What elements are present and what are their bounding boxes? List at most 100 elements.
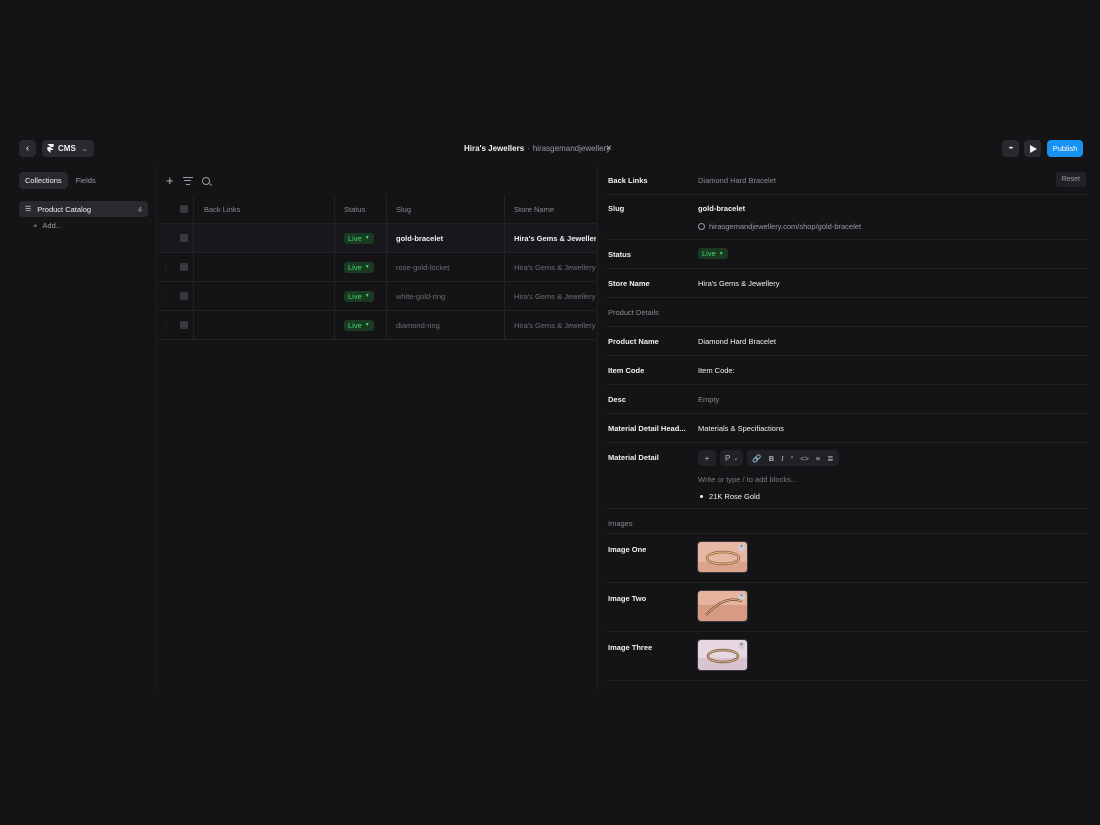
code-button[interactable]: <>: [800, 454, 809, 463]
field-slug: Slug gold-bracelet hirasgemandjewellery.…: [606, 195, 1088, 240]
cms-label: CMS: [58, 144, 76, 153]
item-code-input[interactable]: Item Code:: [698, 366, 735, 375]
site-name: Hira's Jewellers: [464, 144, 525, 153]
publish-button[interactable]: Publish: [1047, 140, 1083, 157]
chevron-down-icon: ▼: [718, 250, 724, 257]
format-buttons: 🔗 B I “ <> ≡ ≣: [747, 450, 839, 466]
tab-collections[interactable]: Collections: [19, 172, 68, 189]
store-name-cell: Hira's Gems & Jewellery: [514, 233, 596, 243]
row-checkbox[interactable]: [174, 282, 194, 310]
back-links-value[interactable]: Diamond Hard Bracelet: [698, 176, 776, 185]
top-bar: ‹ CMS ⌄ Hira's Jewellers · hirasgemandjewe…: [0, 136, 1100, 162]
status-cell[interactable]: Live ▼: [335, 282, 387, 310]
bold-button[interactable]: B: [769, 454, 774, 463]
item-editor-panel: Back Links Diamond Hard Bracelet Reset S…: [597, 166, 1100, 691]
chevron-down-icon: ▼: [364, 293, 370, 299]
status-select[interactable]: Live ▼: [698, 248, 728, 259]
cms-menu-button[interactable]: CMS ⌄: [42, 140, 94, 157]
remove-image-icon[interactable]: ×: [738, 544, 745, 551]
back-links-cell: [194, 253, 335, 281]
field-label: Item Code: [608, 366, 645, 375]
slug-cell: white-gold-ring: [387, 282, 505, 310]
slug-input[interactable]: gold-bracelet: [698, 204, 745, 213]
drag-handle-icon[interactable]: ⋮: [158, 282, 174, 310]
quote-button[interactable]: “: [791, 454, 794, 463]
chevron-down-icon: ⌄: [81, 145, 88, 153]
field-desc: Desc Empty: [606, 385, 1088, 414]
bullet-text: 21K Rose Gold: [709, 492, 760, 501]
back-button[interactable]: ‹: [19, 140, 36, 157]
status-badge: Live ▼: [344, 290, 374, 302]
plus-icon: +: [33, 221, 38, 230]
status-badge: Live ▼: [698, 248, 728, 259]
italic-button[interactable]: I: [781, 454, 784, 463]
select-all-checkbox[interactable]: [174, 195, 194, 223]
table-row[interactable]: ⋮ Live ▼ diamond-ring Hira's Gems & Jewel…: [158, 311, 596, 340]
section-heading: Product Details: [608, 308, 659, 317]
add-collection-button[interactable]: + Add...: [33, 221, 62, 230]
numbered-list-icon[interactable]: ≣: [827, 454, 833, 463]
drag-handle-icon[interactable]: ⋮: [158, 253, 174, 281]
reset-button[interactable]: Reset: [1055, 172, 1086, 187]
tab-fields[interactable]: Fields: [70, 172, 102, 189]
rich-text-placeholder[interactable]: Write or type / to add blocks...: [698, 475, 797, 484]
remove-image-icon[interactable]: ×: [738, 642, 745, 649]
status-badge: Live ▼: [344, 261, 374, 273]
image-thumbnail[interactable]: ×: [697, 590, 748, 622]
field-label: Material Detail: [608, 453, 659, 462]
column-header-status[interactable]: Status: [335, 195, 387, 223]
row-checkbox[interactable]: [174, 311, 194, 339]
product-name-input[interactable]: Diamond Hard Bracelet: [698, 337, 776, 346]
field-item-code: Item Code Item Code:: [606, 356, 1088, 385]
section-heading: Images: [608, 519, 633, 528]
cms-app: ‹ CMS ⌄ Hira's Jewellers · hirasgemandjewe…: [0, 136, 1100, 691]
search-icon[interactable]: [201, 176, 210, 185]
database-icon: ☰: [25, 206, 32, 213]
column-header-slug[interactable]: Slug: [387, 195, 505, 223]
close-icon[interactable]: ×: [606, 143, 612, 154]
field-status: Status Live ▼: [606, 240, 1088, 269]
table-row[interactable]: ⋮ Live ▼ gold-bracelet Hira's Gems & Jewe…: [158, 224, 596, 253]
table-row[interactable]: ⋮ Live ▼ white-gold-ring Hira's Gems & Je…: [158, 282, 596, 311]
table-row[interactable]: ⋮ Live ▼ rose-gold-locket Hira's Gems & J…: [158, 253, 596, 282]
image-thumbnail[interactable]: ×: [697, 541, 748, 573]
items-table-area: + Back Links Status Slug Store Name ⋮ Li…: [158, 166, 596, 691]
image-thumbnail[interactable]: ×: [697, 639, 748, 671]
bullet-list-icon[interactable]: ≡: [816, 454, 820, 463]
remove-image-icon[interactable]: ×: [738, 593, 745, 600]
chevron-down-icon: ▼: [364, 322, 370, 328]
drag-handle-icon[interactable]: ⋮: [158, 224, 174, 252]
add-collection-label: Add...: [42, 221, 62, 230]
rich-text-toolbar: + P ⌄ 🔗 B I “ <> ≡ ≣: [698, 450, 839, 466]
link-icon[interactable]: 🔗: [752, 454, 761, 463]
store-name-cell: Hira's Gems & Jewellery: [514, 291, 596, 301]
status-cell[interactable]: Live ▼: [335, 253, 387, 281]
collection-name: Product Catalog: [37, 204, 92, 214]
drag-handle-icon[interactable]: ⋮: [158, 311, 174, 339]
desc-input[interactable]: Empty: [698, 395, 719, 404]
status-cell[interactable]: Live ▼: [335, 311, 387, 339]
bullet-item[interactable]: 21K Rose Gold: [698, 492, 760, 501]
add-item-icon[interactable]: +: [166, 174, 174, 187]
field-label: Desc: [608, 395, 626, 404]
preview-button[interactable]: [1024, 140, 1041, 157]
collection-item-product-catalog[interactable]: ☰ Product Catalog 4: [19, 201, 148, 217]
chevron-down-icon: ⌄: [733, 455, 739, 462]
slug-cell: gold-bracelet: [387, 224, 505, 252]
row-checkbox[interactable]: [174, 253, 194, 281]
paragraph-style-select[interactable]: P ⌄: [720, 450, 744, 466]
section-product-details: Product Details: [606, 298, 1088, 327]
column-header-store-name[interactable]: Store Name: [505, 195, 596, 223]
status-cell[interactable]: Live ▼: [335, 224, 387, 252]
column-header-back-links[interactable]: Back Links: [194, 195, 335, 223]
table-header: Back Links Status Slug Store Name: [158, 195, 596, 224]
row-checkbox[interactable]: [174, 224, 194, 252]
store-name-input[interactable]: Hira's Gems & Jewellery: [698, 279, 779, 288]
store-name-cell: Hira's Gems & Jewellery: [514, 262, 596, 272]
add-block-button[interactable]: +: [698, 450, 716, 466]
slug-cell: rose-gold-locket: [387, 253, 505, 281]
field-label: Status: [608, 250, 631, 259]
more-options-button[interactable]: •••: [1002, 140, 1019, 157]
material-heading-input[interactable]: Materials & Specifiactions: [698, 424, 784, 433]
filter-icon[interactable]: [182, 176, 193, 185]
